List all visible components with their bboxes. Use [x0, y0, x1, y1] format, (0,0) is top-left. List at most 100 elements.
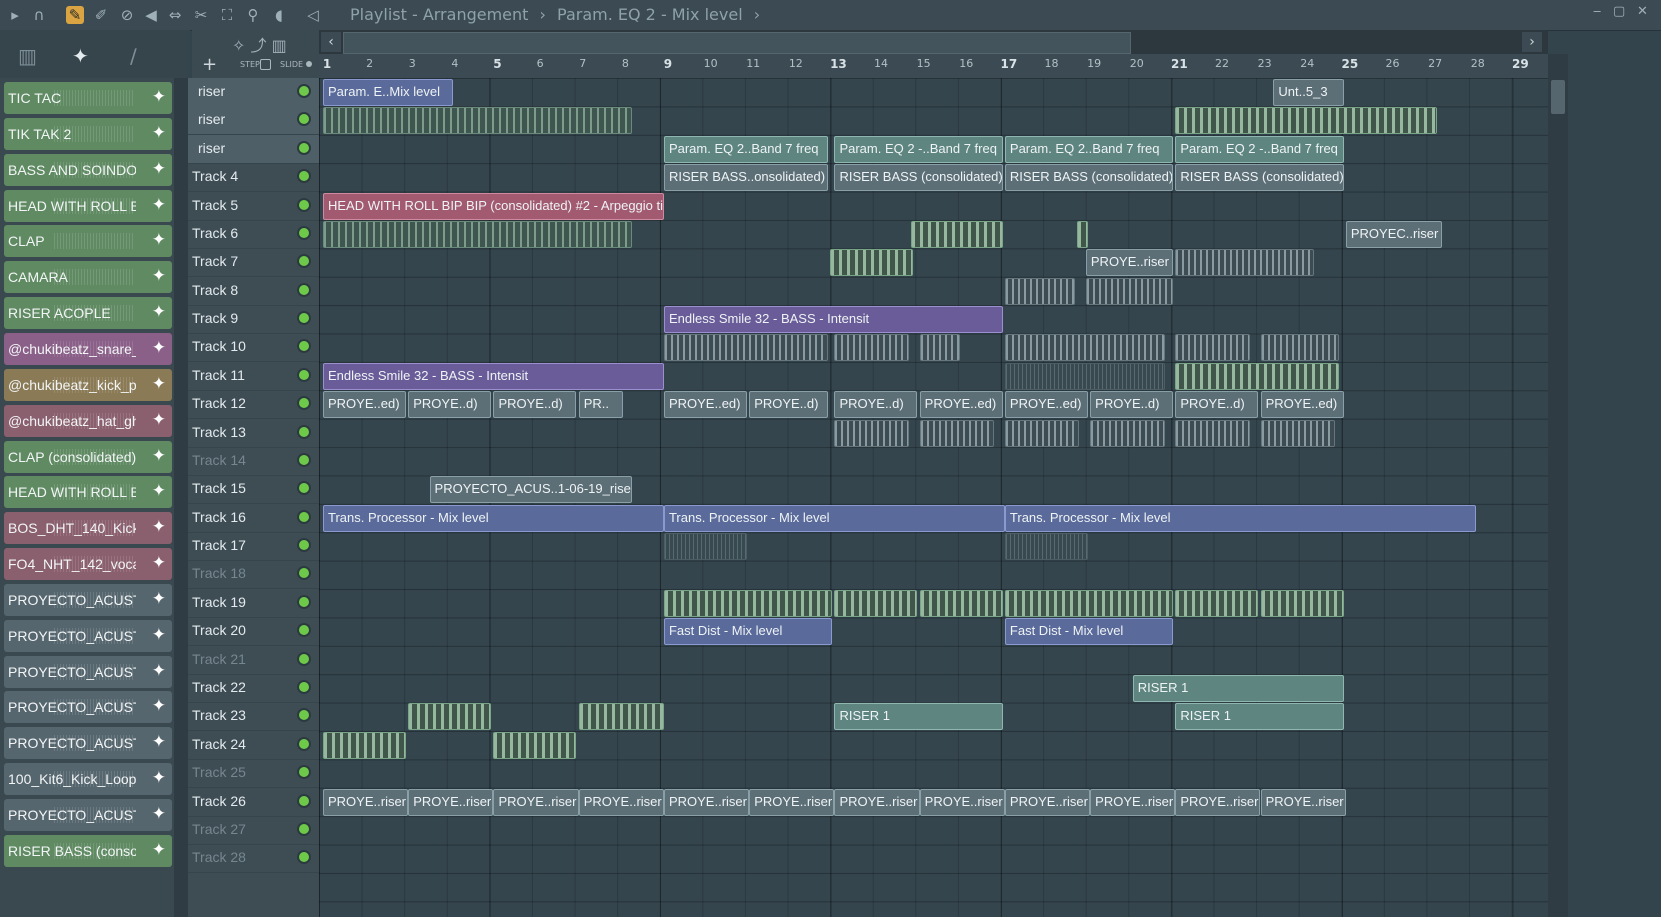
playlist-clip[interactable]: [1175, 107, 1438, 135]
track-enable-led[interactable]: [299, 852, 309, 863]
playlist-clip[interactable]: [323, 220, 632, 248]
playlist-clip[interactable]: [1004, 533, 1088, 561]
zoom-tool-icon[interactable]: ⚲: [244, 6, 262, 24]
playlist-clip[interactable]: RISER BASS..onsolidated): [663, 164, 828, 192]
playlist-clip[interactable]: PROYE..d): [749, 391, 828, 419]
playlist-clip[interactable]: [408, 703, 492, 731]
channel-button[interactable]: CLAP (consolidated) ✦: [4, 440, 172, 473]
track-enable-led[interactable]: [299, 738, 309, 749]
track-enable-led[interactable]: [299, 596, 309, 607]
playlist-clip[interactable]: [919, 589, 1003, 617]
channel-button[interactable]: CAMARA ✦: [4, 261, 172, 294]
track-header[interactable]: Track 12: [188, 390, 319, 420]
close-button[interactable]: ✕: [1637, 4, 1648, 19]
playlist-clip[interactable]: Fast Dist - Mix level: [663, 618, 833, 646]
track-header[interactable]: Track 7: [188, 248, 319, 278]
playlist-clip[interactable]: [1004, 362, 1165, 390]
track-enable-led[interactable]: [299, 199, 309, 210]
playlist-clip[interactable]: [1090, 419, 1165, 447]
delete-tool-icon[interactable]: ⊘: [118, 6, 136, 24]
playlist-clip[interactable]: Param. EQ 2 -..Band 7 freq: [834, 135, 1003, 163]
playlist-clip[interactable]: [663, 334, 828, 362]
channel-button[interactable]: PROYECTO_ACUSTICA_.. ✦: [4, 727, 172, 760]
playlist-clip[interactable]: PROYE..d): [834, 391, 918, 419]
channel-button[interactable]: HEAD WITH ROLL BIP.. ✦: [4, 189, 172, 222]
track-header[interactable]: Track 16: [188, 504, 319, 533]
track-enable-led[interactable]: [299, 511, 309, 522]
track-enable-led[interactable]: [299, 86, 309, 96]
speaker-icon[interactable]: ◁: [304, 6, 322, 24]
playlist-clip[interactable]: RISER 1: [834, 703, 1003, 731]
playlist-clip[interactable]: [1004, 334, 1165, 362]
track-enable-led[interactable]: [299, 540, 309, 551]
minimize-button[interactable]: ‒: [1593, 4, 1601, 19]
playlist-clip[interactable]: [834, 334, 909, 362]
track-header[interactable]: Track 24: [188, 731, 319, 760]
waveform-icon[interactable]: ✧: [232, 36, 245, 55]
maximize-button[interactable]: ▢: [1613, 4, 1625, 19]
channel-button[interactable]: PROYECTO_ACUSTICA_MUS.. ✦: [4, 583, 172, 616]
paint-tool-icon[interactable]: ✐: [92, 6, 110, 24]
playlist-clip[interactable]: [1175, 589, 1259, 617]
playlist-clip[interactable]: PROYE..ed): [323, 391, 406, 419]
picker-scrollbar[interactable]: [174, 78, 188, 917]
playlist-clip[interactable]: PROYE..riser: [1085, 249, 1174, 277]
playlist-clip[interactable]: [834, 419, 909, 447]
playlist-clip[interactable]: [1175, 334, 1250, 362]
automation-icon[interactable]: ∕: [130, 44, 137, 68]
track-header[interactable]: Track 23: [188, 702, 319, 732]
playlist-clip[interactable]: PROYE..riser: [578, 788, 664, 816]
track-header[interactable]: Track 11: [188, 362, 319, 391]
track-header[interactable]: Track 18: [188, 560, 319, 590]
channel-button[interactable]: @chukibeatz_kick_pi.. ✦: [4, 368, 172, 401]
playlist-clip[interactable]: Endless Smile 32 - BASS - Intensit: [323, 362, 664, 390]
vertical-scroll-thumb[interactable]: [1551, 80, 1565, 114]
track-header[interactable]: Track 26: [188, 788, 319, 817]
playlist-clip[interactable]: [830, 249, 914, 277]
playlist-clip[interactable]: PROYE..riser: [408, 788, 494, 816]
playlist-clip[interactable]: PR..: [578, 391, 624, 419]
track-header[interactable]: Track 6: [188, 220, 319, 249]
channel-button[interactable]: PROYECTO_ACUSTICA_.. ✦: [4, 691, 172, 724]
arrangement-grid[interactable]: Param. E..Mix level Unt..5_3 Param. EQ 2..…: [319, 78, 1548, 917]
playlist-clip[interactable]: PROYE..riser: [663, 788, 750, 816]
track-enable-led[interactable]: [299, 284, 309, 295]
magnet-icon[interactable]: ∩: [30, 6, 48, 24]
track-enable-led[interactable]: [299, 256, 309, 267]
keyboard-icon[interactable]: ▥: [272, 36, 287, 55]
track-enable-led[interactable]: [299, 568, 309, 579]
channel-button[interactable]: RISER BASS (consolid.. ✦: [4, 834, 172, 867]
playlist-clip[interactable]: PROYE..ed): [1260, 391, 1344, 419]
track-enable-led[interactable]: [299, 710, 309, 721]
track-header[interactable]: Track 21: [188, 646, 319, 675]
playlist-clip[interactable]: PROYEC..riser: [1345, 220, 1442, 248]
playlist-clip[interactable]: [323, 731, 406, 759]
track-header[interactable]: Track 13: [188, 419, 319, 448]
track-header[interactable]: Track 8: [188, 277, 319, 306]
track-header[interactable]: Track 9: [188, 305, 319, 335]
playlist-clip[interactable]: [1004, 589, 1174, 617]
channel-button[interactable]: HEAD WITH ROLL BIP.. ✦: [4, 476, 172, 509]
overview-scrollbar[interactable]: ‹ ›: [319, 30, 1548, 54]
playlist-clip[interactable]: [911, 220, 1003, 248]
curve-icon[interactable]: ⤴: [251, 36, 267, 55]
channel-button[interactable]: PROYECTO_ACUSTICA_.. ✦: [4, 655, 172, 688]
playlist-clip[interactable]: Trans. Processor - Mix level: [1004, 504, 1476, 532]
channel-button[interactable]: TIC TAC ✦: [4, 82, 172, 114]
channel-button[interactable]: BOS_DHT_140_Kick_L.. ✦: [4, 512, 172, 545]
track-header[interactable]: riser: [188, 134, 319, 164]
playlist-clip[interactable]: PROYE..riser: [1090, 788, 1176, 816]
playlist-clip[interactable]: Unt..5_3: [1273, 79, 1344, 106]
playlist-clip[interactable]: [1175, 249, 1314, 277]
playlist-clip[interactable]: PROYE..riser: [1004, 788, 1090, 816]
track-header[interactable]: Track 15: [188, 475, 319, 505]
playlist-clip[interactable]: [1175, 419, 1250, 447]
channel-button[interactable]: BASS AND SOINDO DE.. ✦: [4, 153, 172, 186]
playlist-clip[interactable]: [919, 419, 995, 447]
add-button[interactable]: +: [202, 54, 217, 75]
playlist-clip[interactable]: Param. EQ 2 -..Band 7 freq: [1175, 135, 1344, 163]
playlist-clip[interactable]: PROYE..ed): [663, 391, 747, 419]
track-header[interactable]: Track 22: [188, 674, 319, 703]
track-enable-led[interactable]: [299, 426, 309, 437]
track-header[interactable]: Track 20: [188, 617, 319, 647]
